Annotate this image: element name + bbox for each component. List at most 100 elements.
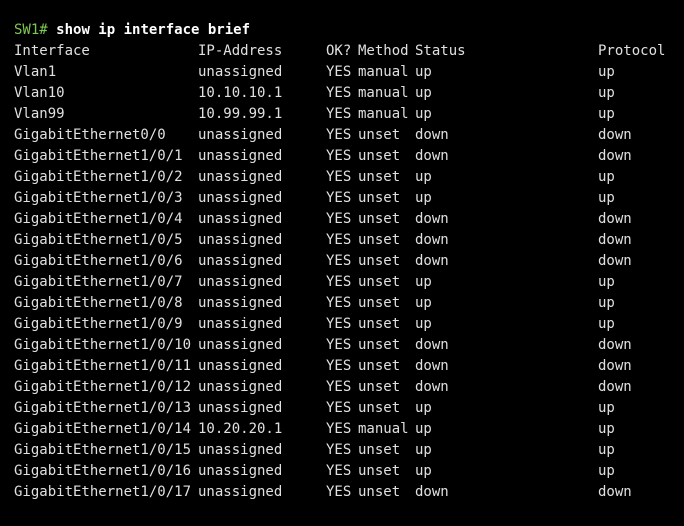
row-ok: YES — [326, 463, 352, 479]
row-ok: YES — [326, 484, 352, 500]
row-ip-address: unassigned — [198, 127, 283, 143]
table-row: GigabitEthernet0/0 unassigned YES unset down… — [14, 125, 684, 146]
row-ok: YES — [326, 442, 352, 458]
row-interface: GigabitEthernet1/0/11 — [14, 358, 192, 374]
row-ok: YES — [326, 274, 352, 290]
row-interface: GigabitEthernet1/0/1 — [14, 148, 183, 164]
row-interface: Vlan99 — [14, 106, 65, 122]
row-interface: GigabitEthernet1/0/6 — [14, 253, 183, 269]
row-ip-address: 10.20.20.1 — [198, 421, 283, 437]
header-ip-address: IP-Address — [198, 43, 283, 59]
row-status: down — [415, 211, 449, 227]
row-ip-address: 10.99.99.1 — [198, 106, 283, 122]
row-ok: YES — [326, 64, 352, 80]
row-protocol: up — [598, 106, 615, 122]
row-interface: Vlan10 — [14, 85, 65, 101]
table-header: Interface IP-Address OK? Method Status P… — [14, 41, 684, 62]
row-protocol: down — [598, 484, 632, 500]
row-ok: YES — [326, 379, 352, 395]
row-method: unset — [358, 358, 401, 374]
row-status: down — [415, 148, 449, 164]
row-protocol: down — [598, 127, 632, 143]
row-ip-address: unassigned — [198, 253, 283, 269]
row-status: up — [415, 442, 432, 458]
header-ok: OK? — [326, 43, 352, 59]
table-row: GigabitEthernet1/0/7 unassigned YES unset up… — [14, 272, 684, 293]
row-protocol: down — [598, 232, 632, 248]
prompt-line: SW1# show ip interface brief — [14, 20, 684, 41]
row-method: unset — [358, 295, 401, 311]
table-row: GigabitEthernet1/0/4 unassigned YES unset do… — [14, 209, 684, 230]
row-method: unset — [358, 274, 401, 290]
row-protocol: down — [598, 337, 632, 353]
row-method: unset — [358, 484, 401, 500]
row-protocol: up — [598, 64, 615, 80]
table-row: GigabitEthernet1/0/15 unassigned YES unset u… — [14, 440, 684, 461]
row-method: manual — [358, 64, 409, 80]
row-status: up — [415, 190, 432, 206]
row-protocol: down — [598, 253, 632, 269]
table-row: GigabitEthernet1/0/1 unassigned YES unset do… — [14, 146, 684, 167]
row-interface: GigabitEthernet1/0/10 — [14, 337, 192, 353]
terminal-window[interactable]: SW1# show ip interface brief Interface I… — [0, 0, 684, 526]
row-status: down — [415, 232, 449, 248]
row-ok: YES — [326, 127, 352, 143]
row-ok: YES — [326, 106, 352, 122]
row-interface: GigabitEthernet0/0 — [14, 127, 166, 143]
header-method: Method — [358, 43, 409, 59]
row-protocol: up — [598, 190, 615, 206]
row-method: unset — [358, 463, 401, 479]
row-ok: YES — [326, 316, 352, 332]
row-interface: GigabitEthernet1/0/2 — [14, 169, 183, 185]
header-protocol: Protocol — [598, 43, 666, 59]
table-row: Vlan1 unassigned YES manual up up — [14, 62, 684, 83]
row-ok: YES — [326, 211, 352, 227]
row-ok: YES — [326, 190, 352, 206]
row-method: unset — [358, 211, 401, 227]
row-interface: GigabitEthernet1/0/8 — [14, 295, 183, 311]
row-status: up — [415, 316, 432, 332]
row-ip-address: 10.10.10.1 — [198, 85, 283, 101]
row-ip-address: unassigned — [198, 358, 283, 374]
row-ip-address: unassigned — [198, 274, 283, 290]
row-ok: YES — [326, 295, 352, 311]
row-ok: YES — [326, 421, 352, 437]
row-method: unset — [358, 169, 401, 185]
row-interface: GigabitEthernet1/0/12 — [14, 379, 192, 395]
table-row: GigabitEthernet1/0/8 unassigned YES unset up… — [14, 293, 684, 314]
row-ok: YES — [326, 85, 352, 101]
table-row: GigabitEthernet1/0/6 unassigned YES unset do… — [14, 251, 684, 272]
row-interface: Vlan1 — [14, 64, 57, 80]
row-method: unset — [358, 337, 401, 353]
row-method: unset — [358, 379, 401, 395]
row-ip-address: unassigned — [198, 295, 283, 311]
header-status: Status — [415, 43, 466, 59]
row-status: down — [415, 358, 449, 374]
row-interface: GigabitEthernet1/0/15 — [14, 442, 192, 458]
row-ip-address: unassigned — [198, 148, 283, 164]
row-interface: GigabitEthernet1/0/13 — [14, 400, 192, 416]
row-ip-address: unassigned — [198, 64, 283, 80]
row-method: unset — [358, 253, 401, 269]
row-ip-address: unassigned — [198, 442, 283, 458]
table-row: GigabitEthernet1/0/9 unassigned YES unset up… — [14, 314, 684, 335]
row-status: down — [415, 484, 449, 500]
table-row: GigabitEthernet1/0/14 10.20.20.1 YES manual… — [14, 419, 684, 440]
row-status: down — [415, 337, 449, 353]
row-method: unset — [358, 190, 401, 206]
row-protocol: up — [598, 400, 615, 416]
row-ok: YES — [326, 169, 352, 185]
row-method: unset — [358, 442, 401, 458]
row-protocol: up — [598, 316, 615, 332]
prompt: SW1# — [14, 22, 48, 38]
table-row: GigabitEthernet1/0/12 unassigned YES unset d… — [14, 377, 684, 398]
row-method: unset — [358, 127, 401, 143]
row-protocol: down — [598, 211, 632, 227]
row-protocol: up — [598, 295, 615, 311]
row-status: down — [415, 127, 449, 143]
row-interface: GigabitEthernet1/0/4 — [14, 211, 183, 227]
row-ip-address: unassigned — [198, 211, 283, 227]
row-protocol: down — [598, 358, 632, 374]
table-row: GigabitEthernet1/0/3 unassigned YES unset up… — [14, 188, 684, 209]
row-status: up — [415, 64, 432, 80]
